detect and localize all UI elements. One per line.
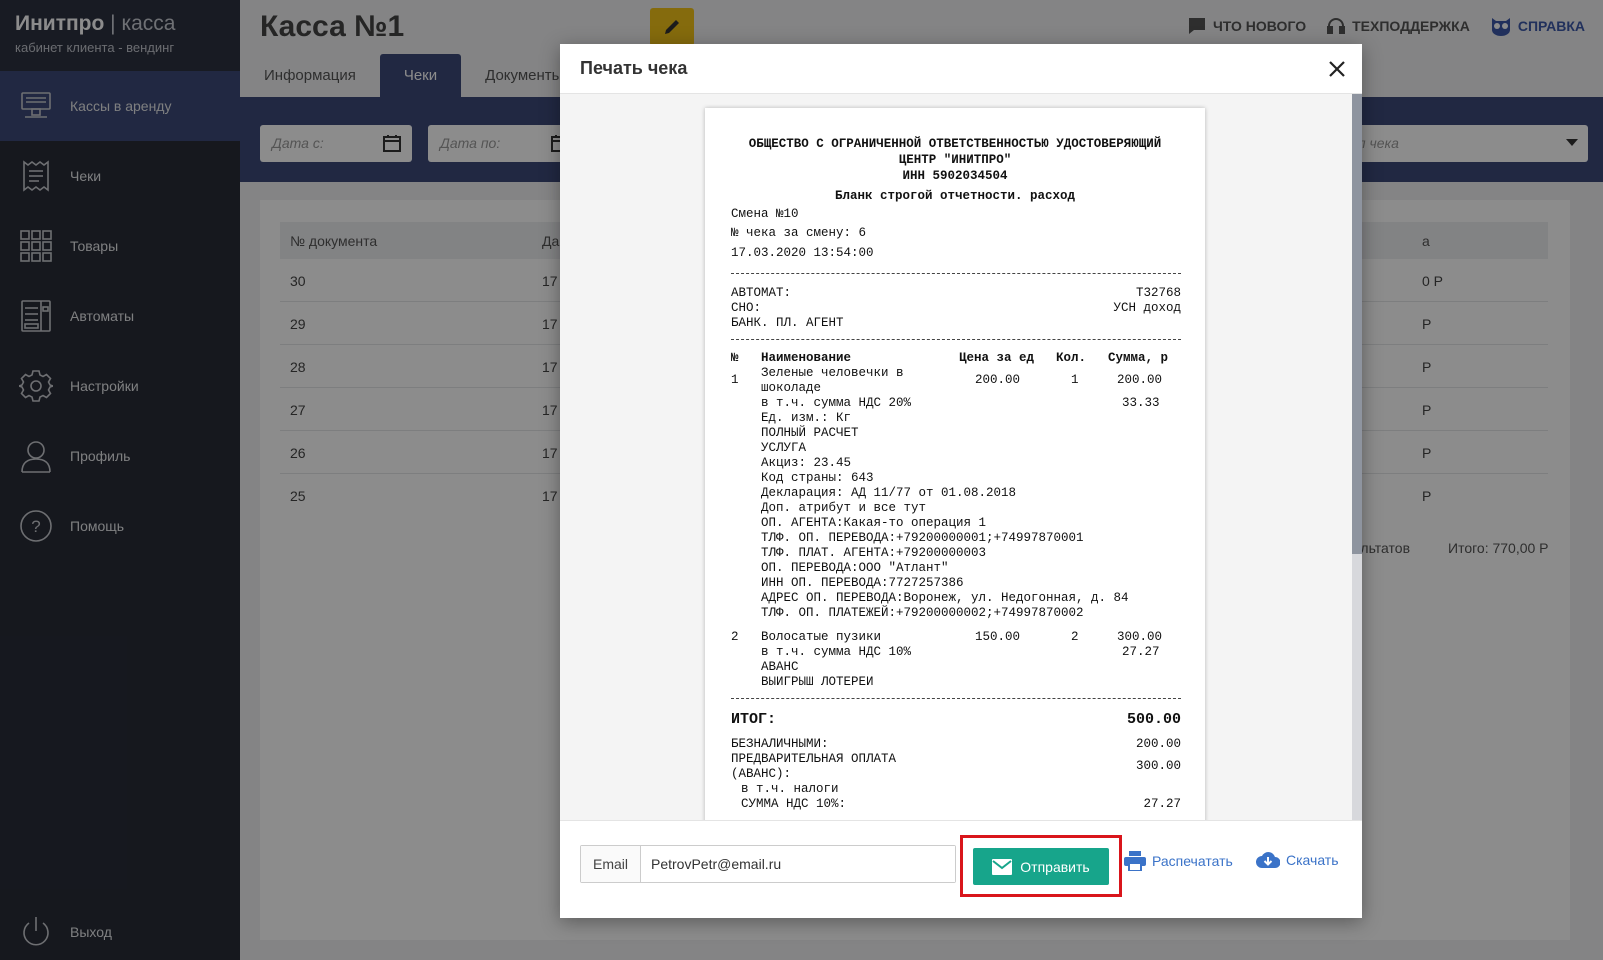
cloud-download-icon bbox=[1256, 852, 1280, 868]
item1-price: 200.00 bbox=[975, 373, 1021, 387]
receipt-org-line1: ОБЩЕСТВО С ОГРАНИЧЕННОЙ ОТВЕТСТВЕННОСТЬЮ… bbox=[748, 137, 1162, 151]
item2-detail: ВЫИГРЫШ ЛОТЕРЕИ bbox=[761, 675, 874, 689]
item1-detail: ОП. АГЕНТА:Какая-то операция 1 bbox=[761, 516, 987, 530]
item1-detail: ТЛФ. ПЛАТ. АГЕНТА:+79200000003 bbox=[761, 546, 987, 560]
receipt-sno-value: УСН доход bbox=[1113, 301, 1181, 315]
receipt-col-name: Наименование bbox=[761, 351, 852, 365]
email-label: Email bbox=[581, 846, 641, 882]
item1-detail: ТЛФ. ОП. ПЕРЕВОДА:+79200000001;+74997870… bbox=[761, 531, 1084, 545]
item1-detail: АДРЕС ОП. ПЕРЕВОДА:Воронеж, ул. Недогонн… bbox=[761, 591, 1129, 605]
item1-num: 1 bbox=[731, 373, 739, 387]
email-input[interactable] bbox=[641, 846, 955, 882]
receipt-inn: ИНН 5902034504 bbox=[902, 169, 1008, 183]
envelope-icon bbox=[992, 858, 1013, 875]
modal-scrollbar[interactable] bbox=[1352, 94, 1362, 820]
receipt-prepay-label-cont: (АВАНС): bbox=[731, 767, 792, 781]
receipt-taxes-label: в т.ч. налоги bbox=[741, 782, 839, 796]
item1-detail: УСЛУГА bbox=[761, 441, 807, 455]
receipt-divider bbox=[731, 339, 1181, 340]
item2-price: 150.00 bbox=[975, 630, 1021, 644]
item2-vat: 27.27 bbox=[1122, 645, 1160, 659]
receipt-total-label: ИТОГ: bbox=[731, 711, 777, 728]
receipt-sno-label: СНО: bbox=[731, 301, 762, 315]
receipt-org-line2: ЦЕНТР "ИНИТПРО" bbox=[898, 153, 1012, 167]
item1-vat-label: в т.ч. сумма НДС 20% bbox=[761, 396, 912, 410]
modal-title: Печать чека bbox=[580, 58, 688, 78]
send-button[interactable]: Отправить bbox=[973, 848, 1109, 885]
receipt-divider bbox=[731, 698, 1181, 699]
receipt-divider bbox=[731, 273, 1181, 274]
item2-name: Волосатые пузики bbox=[761, 630, 882, 644]
item1-detail: ИНН ОП. ПЕРЕВОДА:7727257386 bbox=[761, 576, 964, 590]
receipt-datetime: 17.03.2020 13:54:00 bbox=[731, 246, 874, 260]
item2-num: 2 bbox=[731, 630, 739, 644]
item2-vat-label: в т.ч. сумма НДС 10% bbox=[761, 645, 912, 659]
receipt-automat-value: Т32768 bbox=[1135, 286, 1181, 300]
item1-detail: Код страны: 643 bbox=[761, 471, 874, 485]
download-label: Скачать bbox=[1286, 852, 1339, 868]
modal-footer: Email Отправить Распечатать Скачать bbox=[560, 820, 1362, 918]
receipt-col-num: № bbox=[731, 351, 739, 365]
item1-detail: Доп. атрибут и все тут bbox=[761, 501, 927, 515]
receipt-check-number: № чека за смену: 6 bbox=[731, 226, 867, 240]
item1-detail: Ед. изм.: Кг bbox=[761, 411, 852, 425]
item1-detail: ТЛФ. ОП. ПЛАТЕЖЕЙ:+79200000002;+74997870… bbox=[761, 606, 1084, 620]
receipt-vat10: 27.27 bbox=[1143, 797, 1181, 811]
item1-vat: 33.33 bbox=[1122, 396, 1160, 410]
download-button[interactable]: Скачать bbox=[1256, 851, 1339, 869]
print-button[interactable]: Распечатать bbox=[1124, 851, 1233, 871]
item1-sum: 200.00 bbox=[1117, 373, 1163, 387]
print-label: Распечатать bbox=[1152, 853, 1233, 869]
receipt-agent: БАНК. ПЛ. АГЕНТ bbox=[731, 316, 844, 330]
receipt-col-qty: Кол. bbox=[1056, 351, 1087, 365]
item2-qty: 2 bbox=[1071, 630, 1079, 644]
item1-detail: ОП. ПЕРЕВОДА:ООО "Атлант" bbox=[761, 561, 949, 575]
printer-icon bbox=[1124, 851, 1146, 871]
receipt-cashless-label: БЕЗНАЛИЧНЫМИ: bbox=[731, 737, 829, 751]
receipt-doc-type: Бланк строгой отчетности. расход bbox=[834, 189, 1076, 203]
receipt: ОБЩЕСТВО С ОГРАНИЧЕННОЙ ОТВЕТСТВЕННОСТЬЮ… bbox=[705, 108, 1205, 820]
item1-name: Зеленые человечки в bbox=[761, 366, 904, 380]
item2-sum: 300.00 bbox=[1117, 630, 1163, 644]
receipt-cashless: 200.00 bbox=[1135, 737, 1181, 751]
print-check-modal: Печать чека ОБЩЕСТВО С ОГРАНИЧЕННОЙ ОТВЕ… bbox=[560, 44, 1362, 918]
receipt-prepay: 300.00 bbox=[1135, 759, 1181, 773]
send-label: Отправить bbox=[1020, 858, 1090, 875]
item1-detail: Акциз: 23.45 bbox=[761, 456, 852, 470]
close-icon[interactable] bbox=[1324, 56, 1350, 82]
send-button-highlight: Отправить bbox=[960, 835, 1122, 897]
receipt-preview-area[interactable]: ОБЩЕСТВО С ОГРАНИЧЕННОЙ ОТВЕТСТВЕННОСТЬЮ… bbox=[560, 94, 1362, 820]
receipt-col-price: Цена за ед bbox=[959, 351, 1035, 365]
receipt-total: 500.00 bbox=[1126, 711, 1181, 728]
item1-detail: ПОЛНЫЙ РАСЧЕТ bbox=[761, 426, 859, 440]
item1-detail: Декларация: АД 11/77 от 01.08.2018 bbox=[761, 486, 1017, 500]
receipt-prepay-label: ПРЕДВАРИТЕЛЬНАЯ ОПЛАТА bbox=[731, 752, 897, 766]
scrollbar-thumb[interactable] bbox=[1352, 94, 1362, 554]
item1-name-cont: шоколаде bbox=[761, 381, 822, 395]
item1-qty: 1 bbox=[1071, 373, 1079, 387]
receipt-automat-label: АВТОМАТ: bbox=[731, 286, 792, 300]
receipt-vat10-label: СУММА НДС 10%: bbox=[741, 797, 847, 811]
email-field: Email bbox=[580, 845, 956, 883]
receipt-col-sum: Сумма, р bbox=[1108, 351, 1169, 365]
item2-detail: АВАНС bbox=[761, 660, 799, 674]
receipt-shift: Смена №10 bbox=[731, 207, 799, 221]
